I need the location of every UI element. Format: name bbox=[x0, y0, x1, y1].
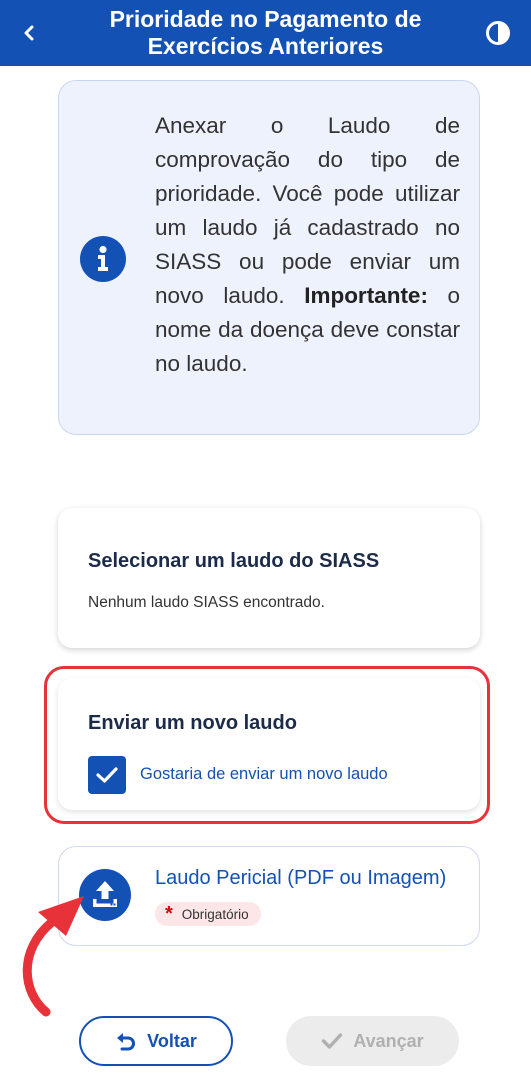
curved-arrow-icon bbox=[22, 896, 84, 1017]
back-button[interactable]: Voltar bbox=[79, 1016, 233, 1066]
upload-laudo-card[interactable]: Laudo Pericial (PDF ou Imagem) * Obrigat… bbox=[58, 846, 480, 946]
app-header: Prioridade no Pagamento de Exercícios An… bbox=[0, 0, 531, 66]
info-text: Anexar o Laudo de comprovação do tipo de… bbox=[155, 109, 460, 381]
info-icon bbox=[80, 236, 126, 282]
siass-laudo-card[interactable]: Selecionar um laudo do SIASS Nenhum laud… bbox=[58, 508, 480, 648]
page-title: Prioridade no Pagamento de Exercícios An… bbox=[109, 6, 422, 59]
back-chevron-button[interactable] bbox=[14, 18, 44, 48]
info-body: Anexar o Laudo de comprovação do tipo de… bbox=[155, 113, 460, 308]
info-important-label: Importante: bbox=[304, 283, 428, 308]
chevron-left-icon bbox=[24, 25, 34, 41]
contrast-toggle-button[interactable] bbox=[483, 18, 513, 48]
next-button-label: Avançar bbox=[353, 1030, 424, 1051]
highlight-outline bbox=[44, 666, 490, 824]
siass-card-title: Selecionar um laudo do SIASS bbox=[88, 550, 380, 572]
required-badge: * Obrigatório bbox=[155, 902, 261, 926]
info-callout: Anexar o Laudo de comprovação do tipo de… bbox=[58, 80, 480, 435]
undo-icon bbox=[115, 1031, 137, 1051]
upload-label[interactable]: Laudo Pericial (PDF ou Imagem) bbox=[155, 867, 446, 890]
siass-empty-message: Nenhum laudo SIASS encontrado. bbox=[88, 594, 325, 611]
asterisk-icon: * bbox=[165, 903, 173, 925]
check-icon bbox=[321, 1032, 343, 1050]
back-button-label: Voltar bbox=[147, 1030, 197, 1051]
next-button[interactable]: Avançar bbox=[286, 1016, 459, 1066]
required-badge-text: Obrigatório bbox=[181, 906, 249, 922]
contrast-icon bbox=[486, 21, 510, 45]
